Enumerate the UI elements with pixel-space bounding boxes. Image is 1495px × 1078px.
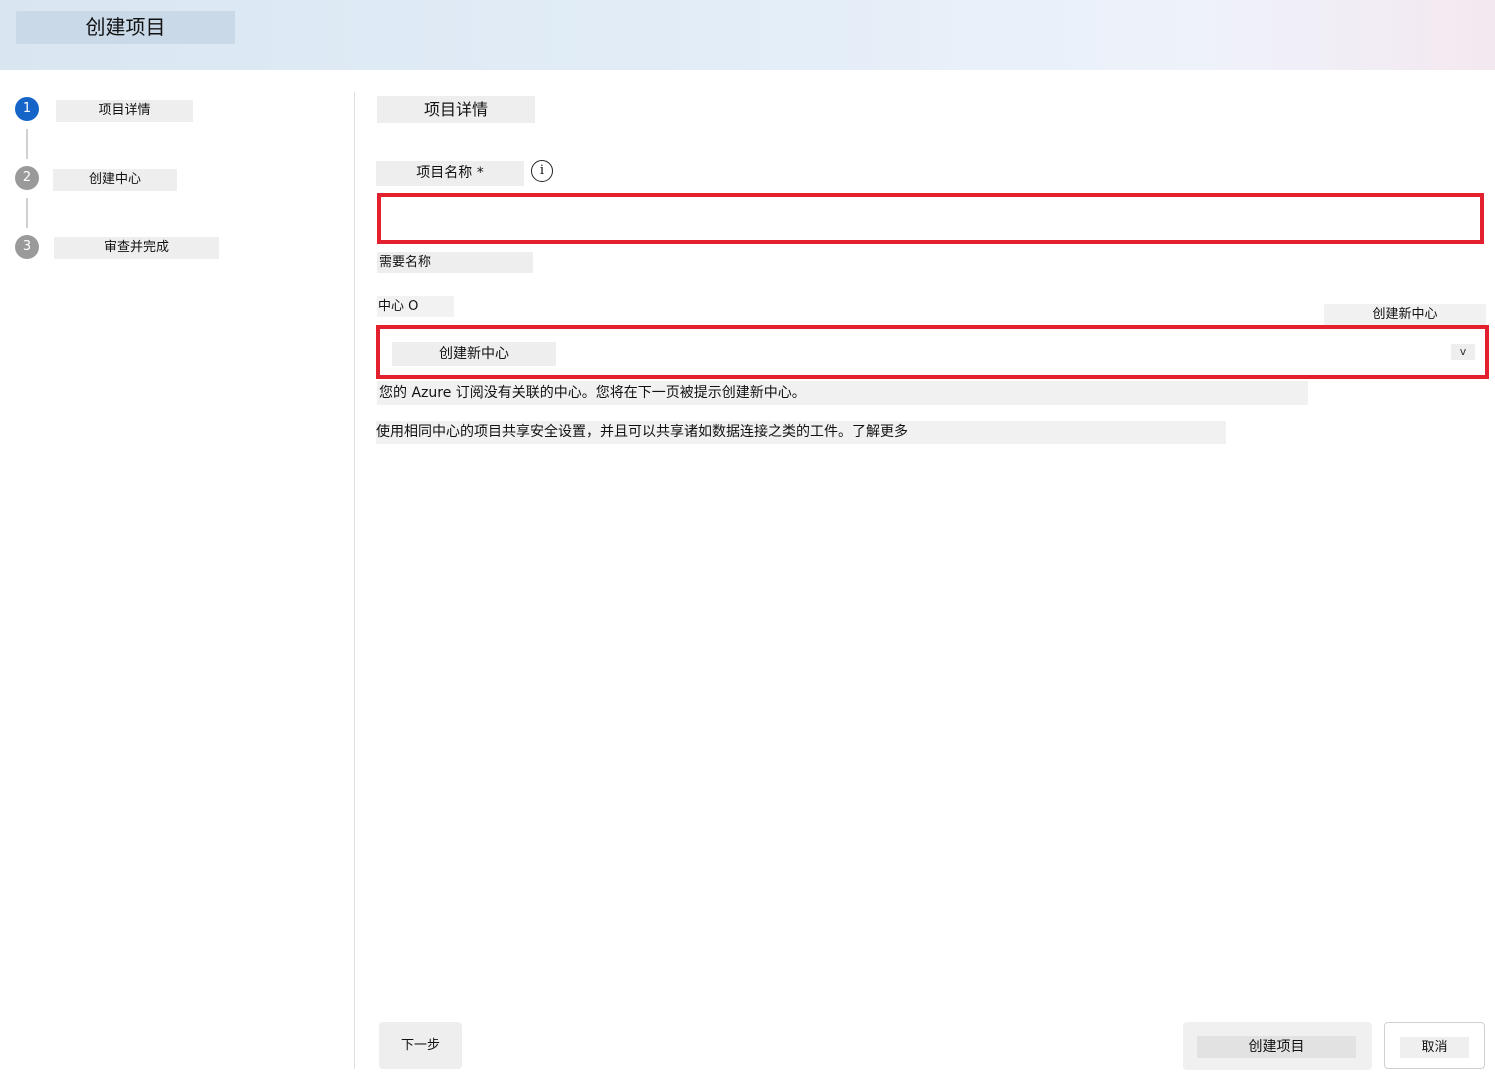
step-connector <box>26 198 28 228</box>
next-button[interactable]: 下一步 <box>379 1022 462 1069</box>
create-project-label: 创建项目 <box>1197 1036 1356 1058</box>
project-name-input[interactable] <box>377 193 1484 244</box>
info-icon[interactable]: i <box>531 160 553 182</box>
step-3-label[interactable]: 审查并完成 <box>54 237 219 259</box>
cancel-button[interactable]: 取消 <box>1384 1022 1485 1069</box>
create-new-hub-link[interactable]: 创建新中心 <box>1324 304 1486 326</box>
panel-divider <box>354 92 355 1069</box>
step-2-indicator: 2 <box>15 166 39 190</box>
hub-label: 中心 O <box>377 296 454 317</box>
header-bar: 创建项目 <box>0 0 1495 70</box>
no-hub-note: 您的 Azure 订阅没有关联的中心。您将在下一页被提示创建新中心。 <box>377 381 1308 405</box>
step-1-label[interactable]: 项目详情 <box>56 100 193 122</box>
hub-dropdown[interactable]: 创建新中心 v <box>376 325 1489 379</box>
project-name-label: 项目名称 * <box>376 161 524 186</box>
page-title: 创建项目 <box>16 11 235 44</box>
step-connector <box>26 129 28 159</box>
cancel-label: 取消 <box>1400 1037 1469 1058</box>
hub-dropdown-value: 创建新中心 <box>392 342 556 366</box>
step-3-indicator: 3 <box>15 235 39 259</box>
create-project-button[interactable]: 创建项目 <box>1183 1022 1372 1070</box>
chevron-down-icon: v <box>1451 344 1475 360</box>
hub-share-note: 使用相同中心的项目共享安全设置，并且可以共享诸如数据连接之类的工件。了解更多 <box>376 421 1226 444</box>
section-title: 项目详情 <box>377 96 535 123</box>
step-2-label[interactable]: 创建中心 <box>53 169 177 191</box>
step-1-indicator: 1 <box>15 97 39 121</box>
name-error-text: 需要名称 <box>377 252 533 273</box>
